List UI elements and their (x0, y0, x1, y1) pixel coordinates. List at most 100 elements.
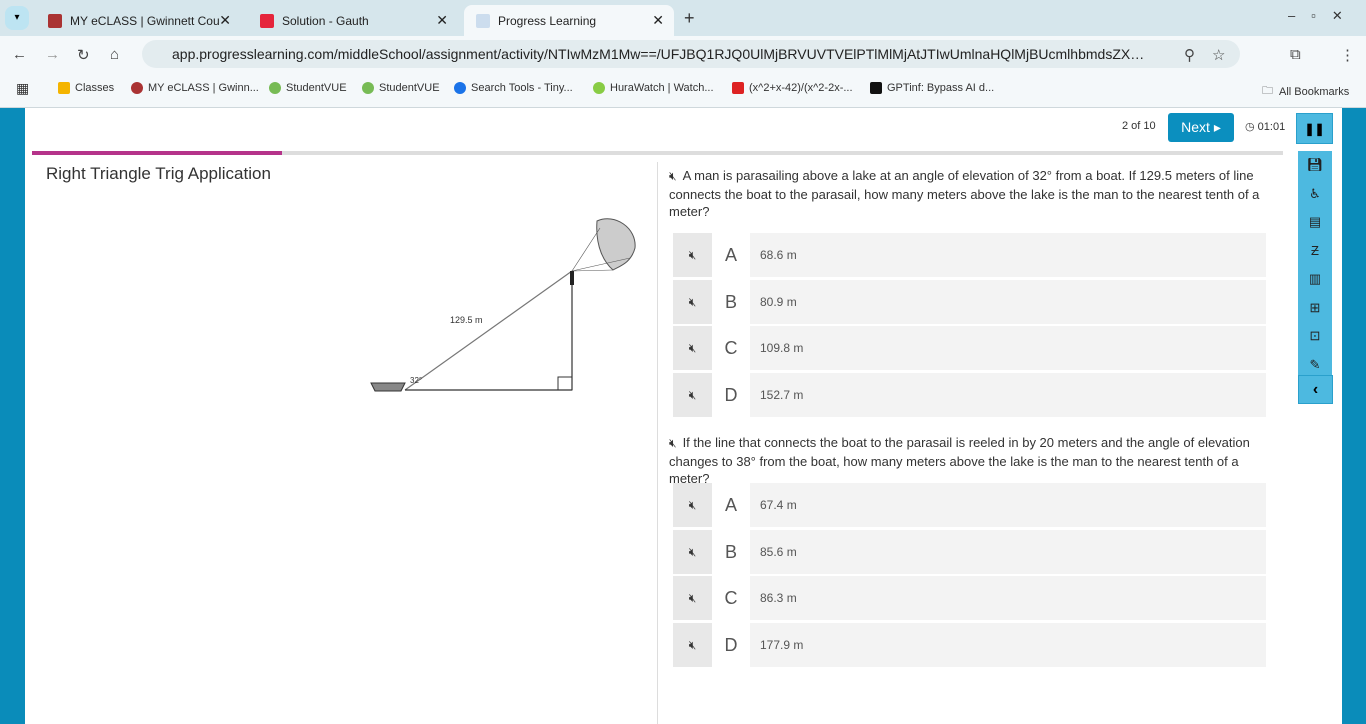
clipboard-icon[interactable]: ▤ (1298, 208, 1332, 237)
bookmark[interactable]: (x^2+x-42)/(x^2-2x-... (732, 82, 853, 94)
answer-option[interactable]: 🔇︎ B 85.6 m (673, 530, 1266, 574)
bookmark[interactable]: GPTinf: Bypass AI d... (870, 82, 994, 94)
eclass-favicon (48, 13, 62, 28)
answer-option[interactable]: 🔇︎ D 152.7 m (673, 373, 1266, 417)
bookmark-label: StudentVUE (286, 82, 347, 94)
mute-icon[interactable]: 🔇︎ (673, 233, 712, 277)
mute-icon[interactable]: 🔇︎ (669, 169, 677, 183)
progress-bar (32, 151, 1283, 155)
bookmark[interactable]: Classes (58, 82, 114, 94)
option-value: 109.8 m (760, 341, 804, 355)
option-letter: A (712, 233, 750, 277)
bookmark-label: MY eCLASS | Gwinn... (148, 82, 259, 94)
bookmark-star-icon[interactable]: ☆ (1212, 46, 1225, 64)
folder-icon: 🗀 (1262, 85, 1273, 97)
home-icon[interactable]: ⌂ (110, 46, 119, 63)
bookmark-label: (x^2+x-42)/(x^2-2x-... (749, 82, 853, 94)
option-letter: B (712, 530, 750, 574)
address-bar-row: ← → ↻ ⌂ app.progresslearning.com/middleS… (0, 36, 1366, 72)
bookmark-label: Classes (75, 82, 115, 94)
activity-title: Right Triangle Trig Application (46, 164, 271, 183)
triangle-diagram: 129.5 m 32° (370, 218, 636, 392)
add-note-icon[interactable]: ⊞ (1298, 294, 1332, 323)
apps-icon[interactable]: ▦ (16, 80, 29, 97)
new-tab-button[interactable]: + (684, 8, 695, 29)
forward-icon[interactable]: → (45, 46, 60, 63)
answer-option[interactable]: 🔇︎ B 80.9 m (673, 280, 1266, 324)
tab-search-button[interactable]: ▾ (5, 6, 29, 30)
window-controls[interactable]: –▫✕ (1288, 8, 1359, 24)
bookmark[interactable]: StudentVUE (269, 82, 347, 94)
back-icon[interactable]: ← (12, 46, 27, 63)
reload-icon[interactable]: ↻ (77, 46, 90, 64)
view-note-icon[interactable]: ⊡ (1298, 322, 1332, 351)
mute-icon[interactable]: 🔇︎ (673, 530, 712, 574)
extensions-icon[interactable]: ⧉ (1290, 46, 1301, 63)
next-label: Next (1181, 119, 1210, 135)
mute-icon[interactable]: 🔇︎ (673, 326, 712, 370)
divider (657, 162, 658, 724)
pause-button[interactable]: ❚❚ (1296, 113, 1333, 144)
timer: ◷ 01:01 (1245, 121, 1286, 133)
tab-eclass[interactable]: MY eCLASS | Gwinnett County P✕ (36, 5, 241, 36)
right-angle-mark (557, 376, 573, 391)
answer-option[interactable]: 🔇︎ A 68.6 m (673, 233, 1266, 277)
timer-value: 01:01 (1257, 121, 1286, 133)
bookmark[interactable]: StudentVUE (362, 82, 440, 94)
bookmark[interactable]: HuraWatch | Watch... (593, 82, 714, 94)
mute-icon[interactable]: 🔇︎ (673, 576, 712, 620)
mute-icon[interactable]: 🔇︎ (673, 483, 712, 527)
option-letter: C (712, 576, 750, 620)
text-style-icon[interactable]: Ƶ (1298, 237, 1332, 266)
notes-icon[interactable]: ▥ (1298, 265, 1332, 294)
answer-option[interactable]: 🔇︎ A 67.4 m (673, 483, 1266, 527)
url-input[interactable]: app.progresslearning.com/middleSchool/as… (142, 40, 1240, 68)
question-text: If the line that connects the boat to th… (669, 435, 1250, 486)
mute-icon[interactable]: 🔇︎ (673, 280, 712, 324)
option-letter: B (712, 280, 750, 324)
hypotenuse-line (404, 270, 573, 391)
parasail-icon (596, 218, 636, 271)
answer-option[interactable]: 🔇︎ D 177.9 m (673, 623, 1266, 667)
bookmark-label: StudentVUE (379, 82, 440, 94)
option-value: 177.9 m (760, 638, 804, 652)
progress-learning-favicon (476, 13, 490, 28)
option-letter: D (712, 623, 750, 667)
url-text: app.progresslearning.com/middleSchool/as… (172, 46, 1152, 62)
all-bookmarks[interactable]: 🗀 All Bookmarks (1262, 82, 1349, 101)
toolbar: 💾︎ ♿︎ ▤ Ƶ ▥ ⊞ ⊡ ✎ (1298, 151, 1332, 376)
question-counter: 2 of 10 (1122, 120, 1156, 132)
boat-icon (370, 382, 406, 392)
close-tab-icon[interactable]: ✕ (219, 12, 231, 29)
accessibility-icon[interactable]: ♿︎ (1298, 180, 1332, 209)
question-2: 🔇︎ If the line that connects the boat to … (669, 434, 1279, 488)
tab-gauth[interactable]: Solution - Gauth ✕ (248, 5, 458, 36)
close-tab-icon[interactable]: ✕ (652, 12, 664, 29)
all-bookmarks-label: All Bookmarks (1279, 85, 1350, 98)
bookmark[interactable]: Search Tools - Tiny... (454, 82, 573, 94)
close-tab-icon[interactable]: ✕ (436, 12, 448, 29)
tab-title: MY eCLASS | Gwinnett County P (70, 13, 220, 28)
bookmark[interactable]: MY eCLASS | Gwinn... (131, 82, 259, 94)
option-value: 85.6 m (760, 545, 797, 559)
option-letter: A (712, 483, 750, 527)
option-letter: C (712, 326, 750, 370)
collapse-toolbar-button[interactable]: ‹ (1298, 375, 1333, 404)
gauth-favicon (260, 13, 274, 28)
answer-option[interactable]: 🔇︎ C 86.3 m (673, 576, 1266, 620)
next-button[interactable]: Next ▸ (1168, 113, 1234, 142)
option-value: 152.7 m (760, 388, 804, 402)
tab-progress-learning[interactable]: Progress Learning ✕ (464, 5, 674, 36)
mute-icon[interactable]: 🔇︎ (673, 623, 712, 667)
answer-option[interactable]: 🔇︎ C 109.8 m (673, 326, 1266, 370)
bookmark-label: Search Tools - Tiny... (471, 82, 573, 94)
option-value: 68.6 m (760, 248, 797, 262)
save-icon[interactable]: 💾︎ (1298, 151, 1332, 180)
angle-label: 32° (410, 376, 422, 385)
zoom-icon[interactable]: ⚲ (1184, 46, 1195, 64)
menu-icon[interactable]: ⋮ (1340, 46, 1355, 64)
bookmark-label: GPTinf: Bypass AI d... (887, 82, 995, 94)
tab-title: Progress Learning (498, 13, 597, 28)
mute-icon[interactable]: 🔇︎ (673, 373, 712, 417)
mute-icon[interactable]: 🔇︎ (669, 436, 677, 450)
